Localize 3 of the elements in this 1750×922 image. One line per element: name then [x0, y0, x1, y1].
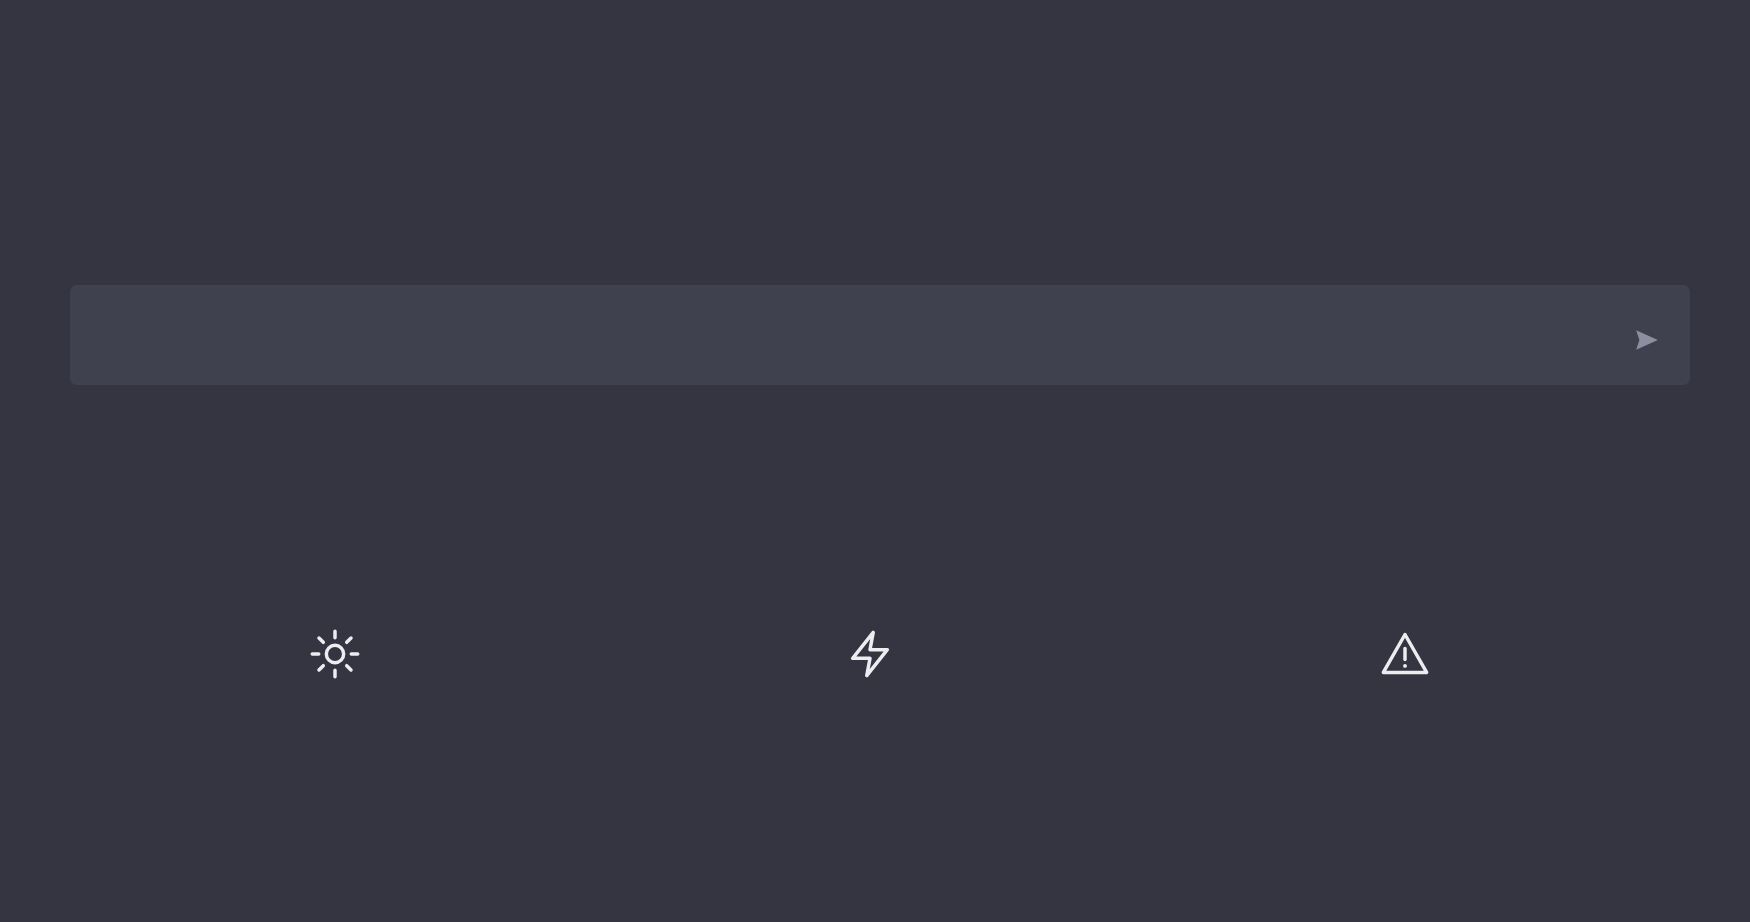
sun-icon [308, 628, 361, 680]
send-icon [1634, 327, 1660, 353]
message-field[interactable] [70, 285, 1690, 385]
